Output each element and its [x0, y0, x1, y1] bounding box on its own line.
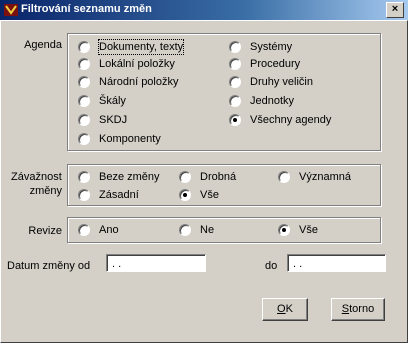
- radio-button[interactable]: [78, 133, 90, 145]
- radio-label: Jednotky: [250, 95, 295, 107]
- radio-button[interactable]: [78, 95, 90, 107]
- radio-button[interactable]: [278, 224, 290, 236]
- radio-label: Systémy: [250, 41, 293, 53]
- radio-button[interactable]: [78, 224, 90, 236]
- close-icon: ×: [391, 3, 399, 15]
- storno-label: torno: [349, 303, 375, 315]
- radio-button[interactable]: [78, 171, 90, 183]
- radio-button[interactable]: [229, 58, 241, 70]
- radio-label: Drobná: [200, 171, 237, 183]
- radio-button[interactable]: [78, 76, 90, 88]
- radio-button[interactable]: [78, 58, 90, 70]
- radio-button[interactable]: [229, 114, 241, 126]
- datum-od-field[interactable]: . .: [106, 254, 206, 272]
- radio-button[interactable]: [179, 189, 191, 201]
- window-title: Filtrování seznamu změn: [21, 3, 152, 15]
- radio-button[interactable]: [78, 189, 90, 201]
- app-icon: [4, 4, 18, 16]
- radio-button[interactable]: [278, 171, 290, 183]
- radio-label: Beze změny: [99, 171, 160, 183]
- radio-label: Všechny agendy: [250, 114, 332, 126]
- radio-button[interactable]: [179, 224, 191, 236]
- radio-label: Významná: [299, 171, 351, 183]
- radio-button[interactable]: [229, 76, 241, 88]
- radio-label: Komponenty: [99, 133, 161, 145]
- radio-label: Vše: [200, 189, 219, 201]
- ok-mnemonic: O: [277, 303, 286, 315]
- datum-do-field[interactable]: . .: [287, 254, 386, 272]
- radio-label: SKDJ: [99, 114, 128, 126]
- radio-label: Ano: [99, 224, 119, 236]
- revize-label: Revize: [28, 225, 62, 237]
- datum-do-label: do: [265, 260, 278, 272]
- ok-label: K: [285, 303, 293, 315]
- datum-od-label: Datum změny od: [7, 260, 91, 272]
- radio-button[interactable]: [78, 41, 90, 53]
- ok-button[interactable]: OK: [262, 298, 308, 321]
- radio-label: Dokumenty, texty: [97, 39, 185, 55]
- agenda-label: Agenda: [24, 39, 62, 51]
- zavaznost-label-line2: změny: [29, 185, 62, 197]
- radio-button[interactable]: [179, 171, 191, 183]
- radio-label: Škály: [99, 95, 126, 107]
- radio-button[interactable]: [78, 114, 90, 126]
- radio-label: Vše: [299, 224, 318, 236]
- radio-label: Druhy veličin: [250, 76, 313, 88]
- radio-label: Národní položky: [99, 76, 179, 88]
- radio-button[interactable]: [229, 95, 241, 107]
- radio-label: Ne: [200, 224, 215, 236]
- radio-label: Procedury: [250, 58, 301, 70]
- radio-label: Lokální položky: [99, 58, 175, 70]
- radio-label: Zásadní: [99, 189, 139, 201]
- title-bar[interactable]: Filtrování seznamu změn ×: [0, 0, 408, 20]
- zavaznost-label-line1: Závažnost: [11, 171, 62, 183]
- radio-button[interactable]: [229, 41, 241, 53]
- close-button[interactable]: ×: [386, 2, 404, 18]
- storno-button[interactable]: Storno: [331, 298, 385, 321]
